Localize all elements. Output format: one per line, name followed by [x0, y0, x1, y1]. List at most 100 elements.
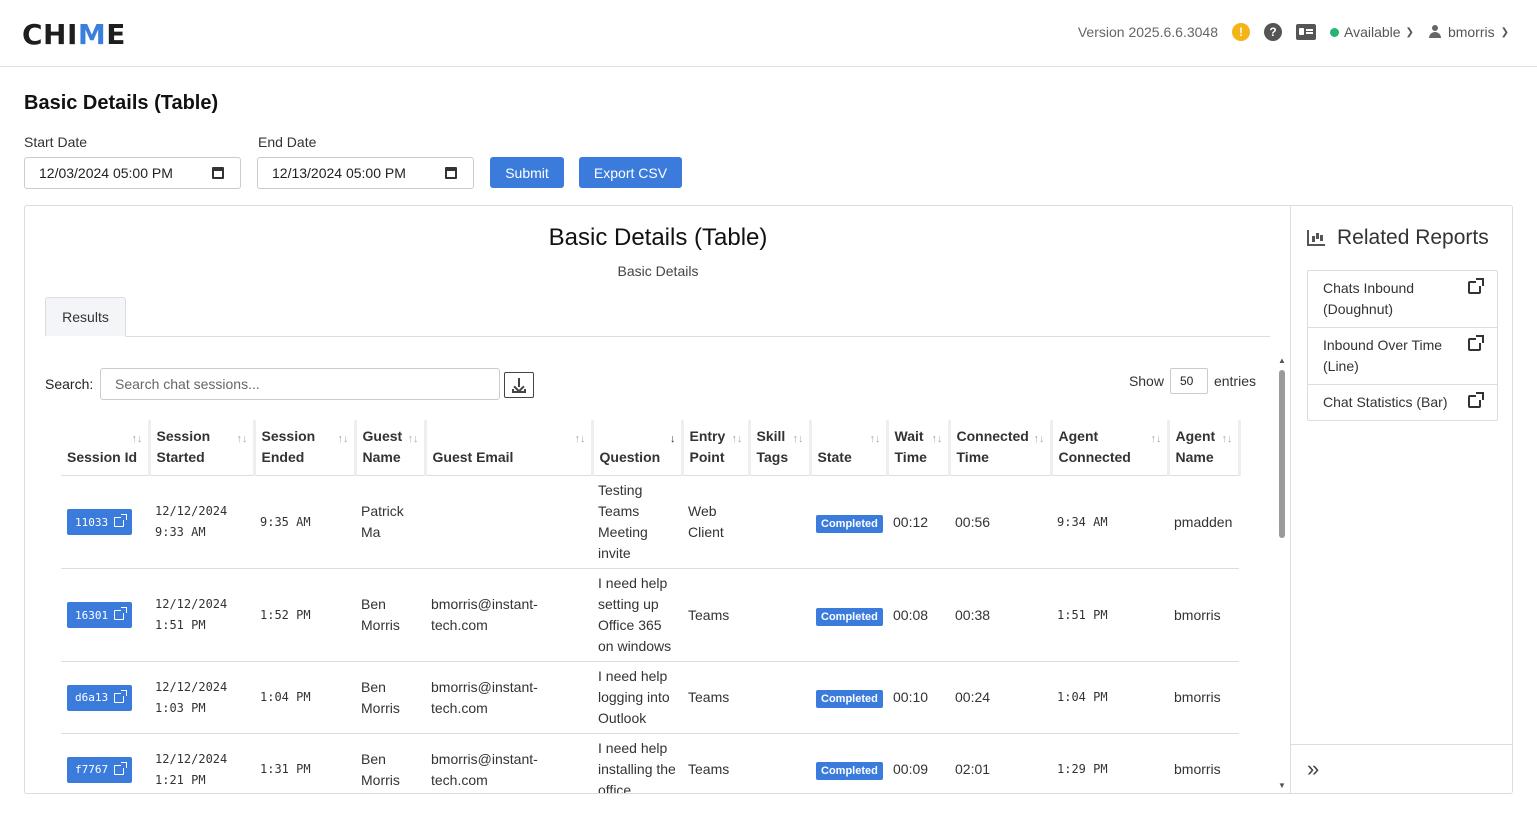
external-link-icon — [114, 761, 128, 775]
agent-connected-cell: 1:29 PM — [1051, 733, 1168, 793]
column-header[interactable]: Guest Name ↑↓ — [355, 420, 427, 476]
scroll-up-icon[interactable]: ▲ — [1278, 356, 1286, 365]
sort-icon: ↑↓ — [869, 433, 881, 445]
session-id-link[interactable]: f7767 — [67, 756, 133, 783]
status-dropdown[interactable]: Available ❯ — [1329, 24, 1414, 40]
question-cell: Testing Teams Meeting invite — [592, 475, 682, 569]
sort-icon: ↑↓ — [1150, 433, 1162, 445]
user-icon — [1428, 25, 1442, 39]
top-bar: CHIME Version 2025.6.6.3048 ! ? Availabl… — [0, 0, 1537, 67]
guest-email-cell — [425, 475, 592, 569]
report-panel: Basic Details (Table) Basic Details Resu… — [24, 205, 1513, 794]
related-reports-title: Related Reports — [1337, 226, 1489, 249]
column-header[interactable]: Entry Point ↑↓ — [682, 420, 751, 476]
start-date-label: Start Date — [24, 134, 88, 150]
sessions-table-wrapper: Session Id ↑↓ Session Started ↑↓ Session E… — [61, 420, 1241, 793]
session-started-cell: 12/12/2024 1:03 PM — [149, 661, 254, 734]
session-started-cell: 12/12/2024 9:33 AM — [149, 475, 254, 569]
end-date-value: 12/13/2024 05:00 PM — [272, 165, 406, 181]
wait-time-cell: 00:08 — [887, 568, 949, 662]
column-header[interactable]: Skill Tags ↑↓ — [749, 420, 812, 476]
entries-select[interactable]: 50 — [1169, 368, 1208, 394]
double-chevron-right-icon[interactable]: » — [1307, 756, 1319, 782]
related-report-chat-statistics[interactable]: Chat Statistics (Bar) — [1308, 385, 1497, 420]
guest-name-cell: Patrick Ma — [355, 475, 425, 569]
guest-name-cell: Ben Morris — [355, 661, 425, 734]
table-row: 11033 12/12/2024 9:33 AM 9:35 AM Patrick… — [61, 475, 1239, 569]
download-button[interactable] — [504, 372, 534, 398]
column-header[interactable]: Question ↓ — [592, 420, 684, 476]
submit-button[interactable]: Submit — [490, 157, 564, 188]
guest-email-cell: bmorris@instant-tech.com — [425, 661, 592, 734]
session-id-link[interactable]: 16301 — [67, 602, 133, 628]
sidebar-footer: » — [1291, 744, 1512, 793]
guest-email-cell: bmorris@instant-tech.com — [425, 568, 592, 662]
session-ended-cell: 9:35 AM — [254, 475, 355, 569]
column-header[interactable]: Guest Email ↑↓ — [425, 420, 594, 476]
agent-connected-cell: 1:51 PM — [1051, 568, 1168, 662]
report-title: Basic Details (Table) — [548, 224, 768, 251]
export-csv-button[interactable]: Export CSV — [579, 157, 682, 188]
external-link-icon — [1468, 392, 1484, 408]
agent-name-cell: bmorris — [1168, 661, 1239, 734]
table-row: f7767 12/12/2024 1:21 PM 1:31 PM Ben Mor… — [61, 733, 1239, 793]
column-header[interactable]: Session Id ↑↓ — [61, 420, 151, 476]
version-text: Version 2025.6.6.3048 — [1077, 24, 1218, 40]
warning-icon[interactable]: ! — [1231, 23, 1250, 41]
question-cell: I need help setting up Office 365 on win… — [592, 568, 682, 662]
sort-icon: ↑↓ — [931, 433, 943, 445]
column-header[interactable]: Connected Time ↑↓ — [949, 420, 1053, 476]
column-header[interactable]: Agent Connected ↑↓ — [1051, 420, 1170, 476]
start-date-input[interactable]: 12/03/2024 05:00 PM — [24, 157, 241, 189]
column-header[interactable]: State ↑↓ — [810, 420, 889, 476]
guest-name-cell: Ben Morris — [355, 733, 425, 793]
agent-name-cell: bmorris — [1168, 733, 1239, 793]
column-header[interactable]: Session Ended ↑↓ — [254, 420, 357, 476]
state-badge: Completed — [816, 607, 883, 626]
session-id-link[interactable]: 11033 — [67, 509, 133, 535]
wait-time-cell: 00:09 — [887, 733, 949, 793]
chime-logo[interactable]: CHIME — [22, 18, 126, 51]
session-ended-cell: 1:31 PM — [254, 733, 355, 793]
column-header[interactable]: Session Started ↑↓ — [149, 420, 256, 476]
user-menu[interactable]: bmorris ❯ — [1428, 24, 1509, 40]
header-tools: Version 2025.6.6.3048 ! ? Available ❯ bm… — [1078, 20, 1509, 44]
start-date-value: 12/03/2024 05:00 PM — [39, 165, 173, 181]
chevron-down-icon: ❯ — [1405, 26, 1414, 38]
sort-icon: ↑↓ — [1033, 433, 1045, 445]
related-report-label: Chats Inbound (Doughnut) — [1323, 280, 1415, 317]
related-reports-sidebar: Related Reports Chats Inbound (Doughnut)… — [1290, 206, 1512, 793]
sessions-table: Session Id ↑↓ Session Started ↑↓ Session E… — [61, 420, 1241, 793]
id-card-icon[interactable] — [1295, 24, 1316, 40]
agent-connected-cell: 9:34 AM — [1051, 475, 1168, 569]
end-date-input[interactable]: 12/13/2024 05:00 PM — [257, 157, 474, 189]
search-input[interactable] — [100, 368, 500, 400]
calendar-icon[interactable] — [212, 167, 224, 179]
column-header[interactable]: Agent Name ↑↓ — [1168, 420, 1241, 476]
column-header[interactable]: Wait Time ↑↓ — [887, 420, 951, 476]
table-scrollbar[interactable]: ▲ ▼ — [1277, 356, 1287, 790]
session-started-cell: 12/12/2024 1:51 PM — [149, 568, 254, 662]
related-report-inbound-over-time[interactable]: Inbound Over Time (Line) — [1308, 328, 1497, 385]
entry-point-cell: Web Client — [682, 475, 749, 569]
sort-icon: ↑↓ — [792, 433, 804, 445]
related-report-chats-inbound[interactable]: Chats Inbound (Doughnut) — [1308, 271, 1497, 328]
calendar-icon[interactable] — [445, 167, 457, 179]
guest-email-cell: bmorris@instant-tech.com — [425, 733, 592, 793]
scrollbar-thumb[interactable] — [1279, 370, 1285, 538]
entry-point-cell: Teams — [682, 733, 749, 793]
related-reports-header: Related Reports — [1307, 226, 1489, 250]
scroll-down-icon[interactable]: ▼ — [1278, 781, 1286, 790]
table-header-row: Session Id ↑↓ Session Started ↑↓ Session E… — [61, 420, 1241, 476]
session-ended-cell: 1:04 PM — [254, 661, 355, 734]
question-cell: I need help installing the office — [592, 733, 682, 793]
tab-results[interactable]: Results — [45, 297, 126, 337]
question-cell: I need help logging into Outlook — [592, 661, 682, 734]
external-link-icon — [1468, 278, 1484, 294]
sort-icon: ↑↓ — [131, 433, 143, 445]
help-icon[interactable]: ? — [1263, 23, 1282, 41]
guest-name-cell: Ben Morris — [355, 568, 425, 662]
session-id-link[interactable]: d6a13 — [67, 684, 133, 711]
sort-desc-icon: ↓ — [670, 433, 676, 445]
wait-time-cell: 00:10 — [887, 661, 949, 734]
